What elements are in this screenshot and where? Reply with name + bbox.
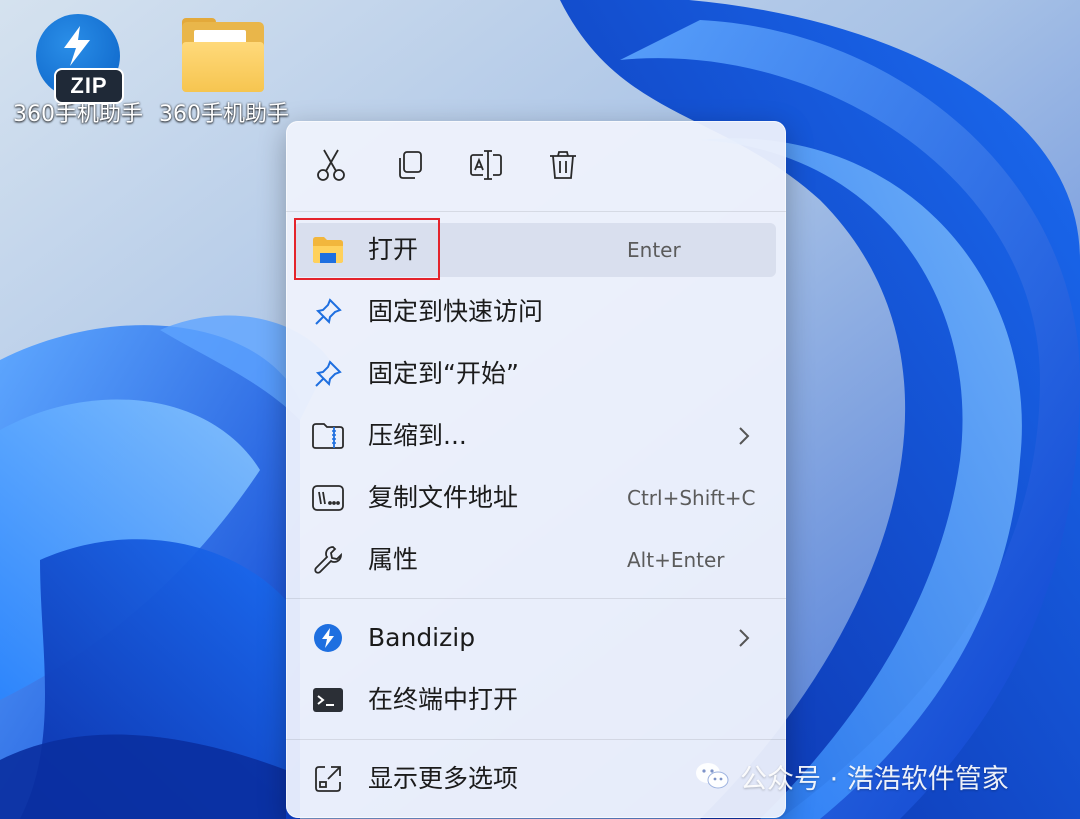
- menu-item-label: 在终端中打开: [368, 685, 519, 714]
- menu-item-label: 固定到快速访问: [368, 297, 544, 326]
- wechat-icon: [696, 763, 729, 789]
- desktop-icon-label: 360手机助手: [159, 102, 289, 127]
- menu-item-pin-quick-access[interactable]: 固定到快速访问: [294, 285, 776, 339]
- menu-item-properties[interactable]: 属性 Alt+Enter: [294, 533, 776, 587]
- menu-item-label: 打开: [368, 235, 419, 264]
- menu-item-shortcut: Alt+Enter: [627, 548, 725, 572]
- expand-icon: [312, 763, 344, 795]
- desktop-icon-folder[interactable]: 360手机助手: [154, 8, 294, 128]
- menu-item-bandizip[interactable]: Bandizip: [294, 611, 776, 665]
- menu-item-open[interactable]: 打开 Enter: [294, 223, 776, 277]
- menu-item-shortcut: Ctrl+Shift+C: [627, 486, 756, 510]
- menu-separator: [286, 739, 786, 740]
- watermark-text: 公众号 · 浩浩软件管家: [740, 763, 1009, 795]
- desktop-icon-bandizip[interactable]: ZIP 360手机助手: [8, 8, 148, 128]
- bandizip-icon: [312, 622, 344, 654]
- chevron-right-icon: [734, 627, 754, 649]
- menu-item-compress-to[interactable]: 压缩到...: [294, 409, 776, 463]
- context-menu-toolbar: [286, 121, 786, 211]
- wrench-icon: [312, 544, 344, 576]
- terminal-icon: [312, 684, 344, 716]
- pin-icon: [312, 296, 344, 328]
- menu-item-label: 固定到“开始”: [368, 359, 519, 388]
- copy-icon: [399, 151, 422, 179]
- rename-button[interactable]: [464, 143, 508, 187]
- pin-icon: [312, 358, 344, 390]
- menu-item-label: 复制文件地址: [368, 483, 519, 512]
- bandizip-zip-icon: ZIP: [8, 8, 148, 104]
- menu-item-label: 压缩到...: [368, 421, 467, 450]
- delete-button[interactable]: [541, 143, 585, 187]
- menu-item-label: 属性: [368, 545, 419, 574]
- zip-folder-icon: [312, 420, 344, 452]
- menu-item-open-terminal[interactable]: 在终端中打开: [294, 673, 776, 727]
- menu-item-copy-path[interactable]: 复制文件地址 Ctrl+Shift+C: [294, 471, 776, 525]
- zip-badge: ZIP: [54, 68, 124, 104]
- scissors-icon: [317, 149, 345, 181]
- trash-icon: [550, 151, 576, 179]
- rename-icon: [470, 150, 502, 180]
- watermark: 公众号 · 浩浩软件管家: [694, 756, 1009, 796]
- folder-icon: [154, 8, 294, 100]
- menu-separator: [286, 211, 786, 212]
- context-menu: 打开 Enter 固定到快速访问 固定到“开始” 压缩到... 复制文件地址 C…: [286, 121, 786, 818]
- cut-button[interactable]: [309, 143, 353, 187]
- menu-item-shortcut: Enter: [627, 238, 681, 262]
- chevron-right-icon: [734, 425, 754, 447]
- menu-item-pin-start[interactable]: 固定到“开始”: [294, 347, 776, 401]
- path-copy-icon: [312, 482, 344, 514]
- menu-separator: [286, 598, 786, 599]
- menu-item-label: Bandizip: [368, 623, 476, 652]
- copy-button[interactable]: [387, 143, 431, 187]
- folder-open-icon: [312, 234, 344, 266]
- menu-item-label: 显示更多选项: [368, 764, 519, 793]
- desktop-icon-label: 360手机助手: [13, 102, 143, 127]
